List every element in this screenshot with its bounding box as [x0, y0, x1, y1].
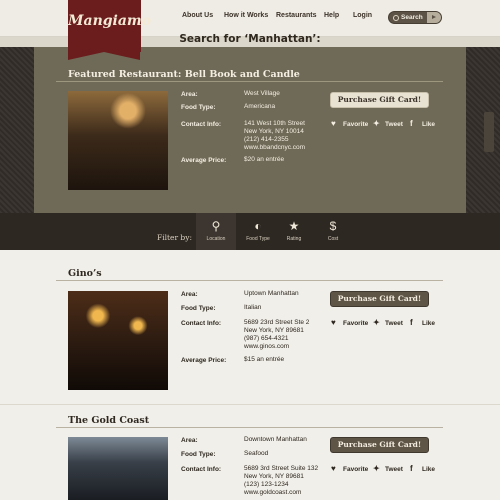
like-label: Like [422, 466, 436, 473]
tweet-button[interactable]: ✦ Tweet [373, 318, 403, 327]
mangiamo-logo[interactable]: Mangiamo [68, 0, 152, 60]
twitter-bird-icon: ✦ [373, 464, 380, 473]
facebook-icon: f [410, 119, 413, 128]
food-type-label: Food Type: [181, 451, 216, 458]
nav-help[interactable]: Help [324, 12, 339, 19]
tweet-label: Tweet [385, 320, 403, 327]
dollar-icon: $ [329, 219, 337, 233]
next-featured-arrow[interactable] [484, 112, 494, 152]
featured-area-label: Area: [181, 91, 198, 98]
map-pin-icon: ⚲ [211, 219, 221, 233]
featured-contact-line-4[interactable]: www.bbandcnyc.com [244, 144, 305, 153]
price-value: $15 an entrée [244, 356, 285, 363]
area-label: Area: [181, 437, 198, 444]
area-value: Uptown Manhattan [244, 290, 299, 297]
logo-text: Mangiamo [68, 13, 152, 29]
featured-gift-card-button[interactable]: Purchase Gift Card! [330, 92, 429, 108]
search-label: Search [401, 14, 423, 21]
like-label: Like [422, 320, 436, 327]
filter-rating-label: Rating [286, 236, 302, 242]
contact-line-4[interactable]: www.goldcoast.com [244, 489, 301, 498]
section-separator [0, 404, 500, 405]
restaurant-title[interactable]: The Gold Coast [68, 415, 149, 426]
price-label: Average Price: [181, 357, 227, 364]
featured-price-label: Average Price: [181, 157, 227, 164]
featured-contact-label: Contact Info: [181, 121, 222, 128]
nav-login[interactable]: Login [353, 12, 372, 19]
globe-icon: ◐ [254, 219, 262, 233]
heart-icon: ♥ [331, 464, 336, 473]
featured-favorite-button[interactable]: ♥ Favorite [331, 119, 368, 128]
featured-food-value: Americana [244, 103, 276, 110]
filter-cost[interactable]: $ Cost [313, 213, 353, 250]
featured-right-panel [466, 47, 500, 213]
filter-cost-label: Cost [327, 236, 339, 242]
favorite-label: Favorite [343, 320, 369, 327]
search-icon [393, 15, 399, 21]
food-type-value: Italian [244, 304, 262, 311]
search-go-button[interactable] [427, 12, 441, 23]
food-type-value: Seafood [244, 450, 269, 457]
star-icon: ★ [288, 219, 300, 233]
tweet-button[interactable]: ✦ Tweet [373, 464, 403, 473]
heart-icon: ♥ [331, 318, 336, 327]
featured-restaurant-photo[interactable] [68, 91, 168, 190]
twitter-bird-icon: ✦ [373, 318, 380, 327]
tweet-label: Tweet [385, 121, 403, 128]
favorite-button[interactable]: ♥ Favorite [331, 318, 368, 327]
filter-rating[interactable]: ★ Rating [274, 213, 314, 250]
featured-left-panel [0, 47, 34, 213]
featured-food-label: Food Type: [181, 104, 216, 111]
nav-restaurants[interactable]: Restaurants [276, 12, 316, 19]
nav-how-it-works[interactable]: How it Works [224, 12, 268, 19]
contact-label: Contact Info: [181, 466, 222, 473]
featured-like-button[interactable]: f Like [410, 119, 435, 128]
tweet-label: Tweet [385, 466, 403, 473]
like-button[interactable]: f Like [410, 464, 435, 473]
heart-icon: ♥ [331, 119, 336, 128]
restaurant-photo[interactable] [68, 291, 168, 390]
featured-divider [56, 81, 443, 82]
like-label: Like [422, 121, 436, 128]
search-box[interactable]: Search [388, 11, 442, 24]
contact-line-4[interactable]: www.ginos.com [244, 343, 289, 352]
featured-tweet-button[interactable]: ✦ Tweet [373, 119, 403, 128]
contact-label: Contact Info: [181, 320, 222, 327]
area-value: Downtown Manhattan [244, 436, 307, 443]
restaurant-photo[interactable] [68, 437, 168, 500]
like-button[interactable]: f Like [410, 318, 435, 327]
restaurant-divider [56, 280, 443, 281]
filter-food-type[interactable]: ◐ Food Type [238, 213, 278, 250]
featured-title: Featured Restaurant: Bell Book and Candl… [68, 69, 300, 80]
favorite-label: Favorite [343, 121, 369, 128]
area-label: Area: [181, 291, 198, 298]
filter-location[interactable]: ⚲ Location [196, 213, 236, 250]
twitter-bird-icon: ✦ [373, 119, 380, 128]
restaurant-title[interactable]: Gino’s [68, 268, 102, 279]
nav-about-us[interactable]: About Us [182, 12, 213, 19]
featured-price-value: $20 an entrée [244, 156, 285, 163]
facebook-icon: f [410, 464, 413, 473]
facebook-icon: f [410, 318, 413, 327]
filter-food-type-label: Food Type [246, 236, 270, 242]
gift-card-button[interactable]: Purchase Gift Card! [330, 437, 429, 453]
gift-card-button[interactable]: Purchase Gift Card! [330, 291, 429, 307]
restaurant-divider [56, 427, 443, 428]
favorite-label: Favorite [343, 466, 369, 473]
food-type-label: Food Type: [181, 305, 216, 312]
filter-location-label: Location [206, 236, 226, 242]
filter-by-label: Filter by: [157, 233, 192, 242]
favorite-button[interactable]: ♥ Favorite [331, 464, 368, 473]
featured-area-value: West Village [244, 90, 280, 97]
